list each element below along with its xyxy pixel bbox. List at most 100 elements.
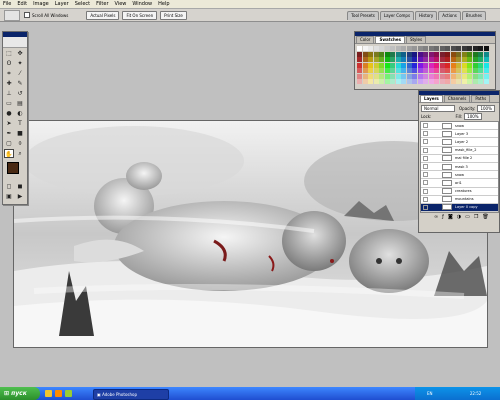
layer-row[interactable]: mask_fille_2 <box>421 147 498 155</box>
color-swatch[interactable] <box>362 79 368 84</box>
color-swatch[interactable] <box>379 79 384 84</box>
color-swatch[interactable] <box>373 46 379 51</box>
color-swatch[interactable] <box>439 79 445 84</box>
visibility-eye-icon[interactable] <box>423 172 428 178</box>
color-swatch[interactable] <box>483 73 489 79</box>
color-swatch[interactable] <box>428 68 434 73</box>
color-swatch[interactable] <box>478 73 483 79</box>
color-swatch[interactable] <box>450 73 456 79</box>
color-swatch[interactable] <box>357 73 362 79</box>
color-swatch[interactable] <box>412 79 417 84</box>
color-swatch[interactable] <box>472 51 478 57</box>
fit-on-screen-button[interactable]: Fit On Screen <box>122 10 158 20</box>
color-swatch[interactable] <box>368 62 373 68</box>
color-swatch[interactable] <box>456 62 461 68</box>
color-swatch[interactable] <box>467 57 472 62</box>
color-swatch[interactable] <box>357 57 362 62</box>
color-swatch[interactable] <box>368 46 373 51</box>
color-swatch[interactable] <box>384 73 390 79</box>
color-swatch[interactable] <box>390 73 395 79</box>
jump-to-imageready-icon[interactable]: ▶ <box>15 192 25 201</box>
color-swatch[interactable] <box>373 68 379 73</box>
start-button[interactable]: ⊞ пуск <box>0 387 40 400</box>
color-swatch[interactable] <box>357 62 362 68</box>
color-swatch[interactable] <box>483 46 489 51</box>
color-swatch[interactable] <box>439 46 445 51</box>
color-swatch[interactable] <box>423 51 428 57</box>
visibility-eye-icon[interactable] <box>423 139 428 145</box>
color-swatch[interactable] <box>434 46 439 51</box>
color-swatch[interactable] <box>423 79 428 84</box>
color-swatch[interactable] <box>384 46 390 51</box>
tab-styles[interactable]: Styles <box>405 36 427 43</box>
quicklaunch-app-icon[interactable] <box>65 390 72 397</box>
photoshop-logo-icon[interactable] <box>3 37 27 48</box>
color-swatch[interactable] <box>406 73 412 79</box>
color-swatch[interactable] <box>406 79 412 84</box>
language-indicator[interactable]: EN <box>427 391 433 396</box>
color-swatch[interactable] <box>445 68 450 73</box>
color-swatch[interactable] <box>428 79 434 84</box>
color-swatch[interactable] <box>456 73 461 79</box>
color-swatch[interactable] <box>401 73 406 79</box>
color-swatch[interactable] <box>406 62 412 68</box>
color-swatch[interactable] <box>401 62 406 68</box>
color-swatch[interactable] <box>472 79 478 84</box>
color-swatch[interactable] <box>401 79 406 84</box>
blur-tool-icon[interactable]: ● <box>4 109 14 118</box>
color-swatch[interactable] <box>467 73 472 79</box>
layer-row[interactable]: creatures <box>421 188 498 196</box>
color-swatch[interactable] <box>461 62 467 68</box>
color-swatch[interactable] <box>434 68 439 73</box>
tab-layers[interactable]: Layers <box>420 95 443 102</box>
scroll-all-windows-checkbox[interactable] <box>24 12 30 18</box>
color-swatch[interactable] <box>395 79 401 84</box>
color-swatch[interactable] <box>384 51 390 57</box>
print-size-button[interactable]: Print Size <box>160 10 187 20</box>
color-swatch[interactable] <box>373 57 379 62</box>
color-swatch[interactable] <box>467 51 472 57</box>
color-swatch[interactable] <box>439 62 445 68</box>
color-swatch[interactable] <box>445 73 450 79</box>
color-swatch[interactable] <box>379 68 384 73</box>
color-swatch[interactable] <box>423 46 428 51</box>
visibility-eye-icon[interactable] <box>423 164 428 170</box>
color-swatch[interactable] <box>362 62 368 68</box>
color-swatch[interactable] <box>390 51 395 57</box>
quick-mask-mode-icon[interactable]: ◼ <box>15 182 25 191</box>
new-group-icon[interactable]: ▭ <box>465 214 470 220</box>
actual-pixels-button[interactable]: Actual Pixels <box>86 10 120 20</box>
color-swatch[interactable] <box>483 57 489 62</box>
standard-mode-icon[interactable]: ◻ <box>4 182 14 191</box>
menu-edit[interactable]: Edit <box>14 0 30 8</box>
color-swatch[interactable] <box>450 79 456 84</box>
color-swatch[interactable] <box>390 46 395 51</box>
color-swatch[interactable] <box>395 51 401 57</box>
layer-row[interactable]: snow <box>421 171 498 180</box>
color-swatch[interactable] <box>423 57 428 62</box>
color-swatch[interactable] <box>406 51 412 57</box>
color-swatch[interactable] <box>423 68 428 73</box>
slice-tool-icon[interactable]: ⁄ <box>15 69 25 78</box>
eraser-tool-icon[interactable]: ▭ <box>4 99 14 108</box>
color-swatch[interactable] <box>412 57 417 62</box>
color-swatch[interactable] <box>456 46 461 51</box>
color-swatch[interactable] <box>467 62 472 68</box>
color-swatch[interactable] <box>384 62 390 68</box>
color-swatch[interactable] <box>439 73 445 79</box>
color-swatch[interactable] <box>428 46 434 51</box>
color-swatch[interactable] <box>423 62 428 68</box>
color-swatch[interactable] <box>456 68 461 73</box>
healing-brush-tool-icon[interactable]: ✚ <box>4 79 14 88</box>
color-swatch[interactable] <box>357 51 362 57</box>
color-swatch[interactable] <box>373 79 379 84</box>
screen-mode-icon[interactable]: ▣ <box>4 192 14 201</box>
color-swatch[interactable] <box>417 57 423 62</box>
color-swatch[interactable] <box>439 51 445 57</box>
move-tool-icon[interactable]: ✥ <box>15 49 25 58</box>
visibility-eye-icon[interactable] <box>423 196 428 202</box>
color-swatch[interactable] <box>467 68 472 73</box>
color-swatch[interactable] <box>434 73 439 79</box>
color-swatch[interactable] <box>373 51 379 57</box>
color-swatch[interactable] <box>445 57 450 62</box>
